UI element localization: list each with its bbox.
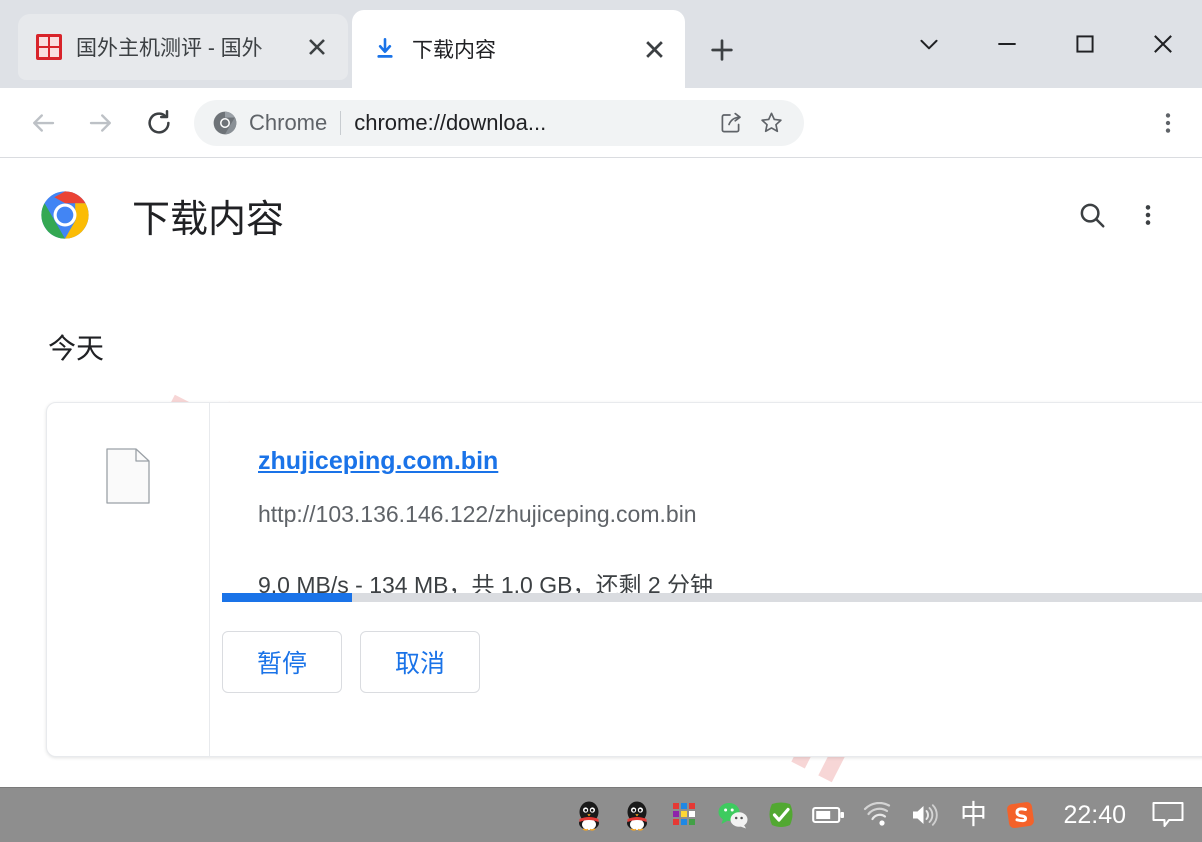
ime-indicator[interactable]: 中 <box>949 788 997 842</box>
tab-title: 国外主机测评 - 国外 <box>76 37 263 60</box>
taskbar-clock[interactable]: 22:40 <box>1045 801 1144 830</box>
tab-downloads[interactable]: 下载内容 <box>352 10 685 88</box>
tab-close-button[interactable] <box>635 30 673 68</box>
downloads-header: 下载内容 <box>0 159 1202 271</box>
page-title: 下载内容 <box>132 198 285 241</box>
download-progress-bar <box>222 593 1202 602</box>
share-icon[interactable] <box>714 106 748 140</box>
wifi-icon[interactable] <box>853 788 901 842</box>
forward-button[interactable] <box>72 94 130 152</box>
qq-icon-2[interactable] <box>613 788 661 842</box>
wechat-icon[interactable] <box>709 788 757 842</box>
download-source-url: http://103.136.146.122/zhujiceping.com.b… <box>258 501 697 527</box>
sogou-input-icon[interactable] <box>997 788 1045 842</box>
ime-label: 中 <box>959 799 987 830</box>
tab-site[interactable]: 国外主机测评 - 国外 <box>18 14 348 80</box>
qq-icon[interactable] <box>565 788 613 842</box>
tab-title: 下载内容 <box>412 39 496 62</box>
reload-button[interactable] <box>130 94 188 152</box>
chrome-logo-icon <box>212 110 238 136</box>
file-icon-column <box>47 403 210 756</box>
omnibox-separator <box>340 110 342 135</box>
bookmark-star-icon[interactable] <box>754 106 788 140</box>
window-controls <box>890 0 1202 88</box>
tab-search-button[interactable] <box>890 0 968 88</box>
site-favicon-icon <box>36 34 62 60</box>
download-item-details: zhujiceping.com.bin http://103.136.146.1… <box>210 403 1202 756</box>
browser-menu-button[interactable] <box>1140 95 1196 151</box>
download-icon <box>372 36 398 62</box>
new-tab-button[interactable] <box>700 28 744 72</box>
back-button[interactable] <box>14 94 72 152</box>
downloads-menu-button[interactable] <box>1120 187 1176 243</box>
minimize-button[interactable] <box>968 0 1046 88</box>
downloads-page: zhujiceping.com 下载内容 <box>0 159 1202 787</box>
header-actions <box>1064 187 1176 243</box>
omnibox-url-text: chrome://downloa... <box>354 109 547 135</box>
browser-toolbar: Chrome chrome://downloa... <box>0 88 1202 158</box>
cancel-button[interactable]: 取消 <box>360 631 480 693</box>
download-progress-fill <box>222 593 352 602</box>
file-document-icon <box>106 448 150 504</box>
tab-strip: 国外主机测评 - 国外 下载内容 <box>0 0 1202 88</box>
volume-icon[interactable] <box>901 788 949 842</box>
omnibox-brand-label: Chrome <box>249 109 328 135</box>
chrome-logo-icon <box>38 188 92 242</box>
download-item-card: zhujiceping.com.bin http://103.136.146.1… <box>46 402 1202 757</box>
colorful-grid-icon[interactable] <box>661 788 709 842</box>
download-file-name-link[interactable]: zhujiceping.com.bin <box>258 447 498 476</box>
system-taskbar: 中 22:40 <box>0 787 1202 842</box>
browser-window: 国外主机测评 - 国外 下载内容 Chrome chrome://downloa… <box>0 0 1202 842</box>
maximize-button[interactable] <box>1046 0 1124 88</box>
system-tray: 中 22:40 <box>565 788 1202 842</box>
pause-button[interactable]: 暂停 <box>222 631 342 693</box>
download-action-buttons: 暂停 取消 <box>222 631 480 693</box>
tab-close-button[interactable] <box>298 28 336 66</box>
battery-icon[interactable] <box>805 788 853 842</box>
address-bar[interactable]: Chrome chrome://downloa... <box>194 99 804 146</box>
notification-icon[interactable] <box>1144 788 1192 842</box>
section-label-today: 今天 <box>48 333 105 364</box>
search-icon[interactable] <box>1064 187 1120 243</box>
green-check-icon[interactable] <box>757 788 805 842</box>
close-window-button[interactable] <box>1124 0 1202 88</box>
